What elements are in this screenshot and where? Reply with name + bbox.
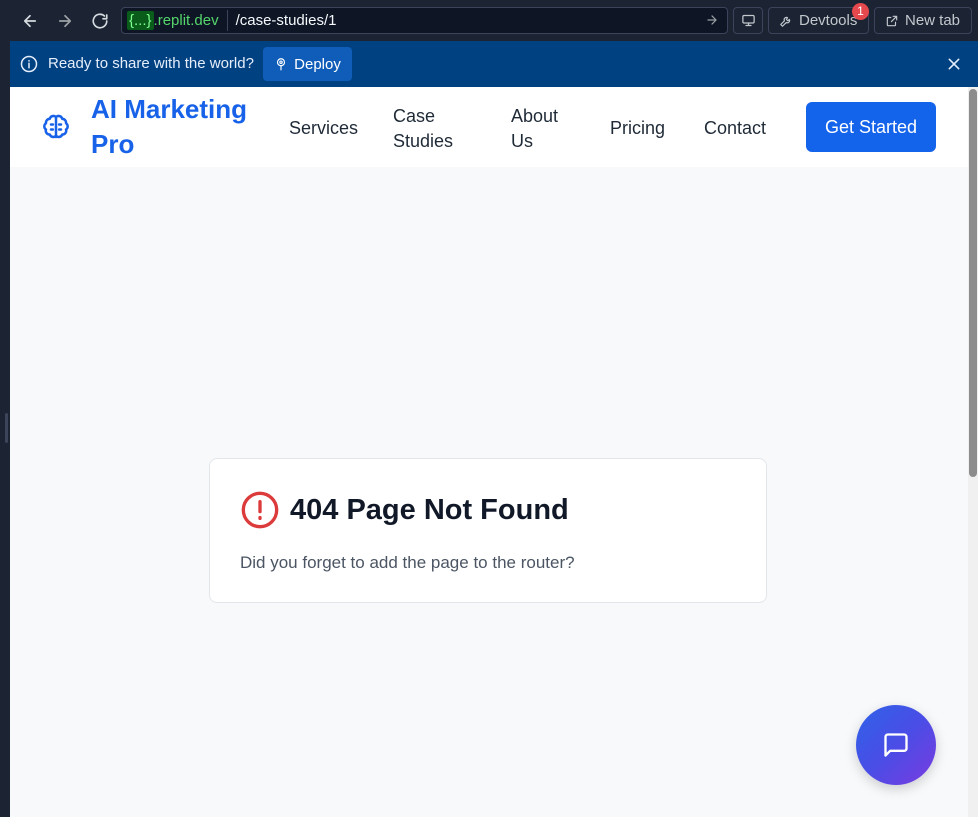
message-square-icon (884, 733, 908, 757)
chat-button[interactable] (856, 705, 936, 785)
devtools-label: Devtools (799, 12, 858, 29)
get-started-button[interactable]: Get Started (806, 102, 936, 152)
new-tab-button[interactable]: New tab (874, 7, 972, 34)
deploy-button[interactable]: Deploy (263, 47, 352, 81)
nav-case-studies-line2: Studies (393, 131, 454, 151)
nav-pricing[interactable]: Pricing (610, 116, 665, 141)
nav-about-line1: About (511, 106, 559, 126)
site-header: AI Marketing Pro Services Case Studies A… (10, 87, 968, 167)
monitor-icon (741, 14, 755, 27)
url-bar[interactable]: {...} .replit.dev /case-studies/1 (121, 7, 728, 34)
forward-button[interactable] (52, 8, 78, 34)
logo-line-1: AI Marketing (91, 94, 248, 124)
logo-line-2: Pro (91, 129, 135, 159)
url-path-input[interactable]: /case-studies/1 (236, 12, 337, 29)
nav-case-studies-line1: Case (393, 106, 436, 126)
resize-handle[interactable] (5, 413, 8, 443)
scrollbar-thumb[interactable] (969, 89, 977, 477)
url-host: {...} .replit.dev (127, 10, 228, 31)
deploy-icon (277, 58, 286, 71)
nav-pricing-label: Pricing (610, 118, 666, 138)
not-found-title: 404 Page Not Found (290, 494, 569, 526)
nav-about-us[interactable]: About Us (511, 104, 558, 154)
left-panel-edge (0, 41, 10, 817)
arrow-left-icon (23, 14, 37, 28)
browser-toolbar: {...} .replit.dev /case-studies/1 Devtool… (0, 0, 978, 41)
url-host-domain: .replit.dev (153, 12, 219, 29)
arrow-right-icon (58, 14, 72, 28)
nav-services[interactable]: Services (289, 116, 358, 141)
site-logo[interactable]: AI Marketing Pro (91, 92, 266, 162)
alert-circle-icon (241, 491, 279, 529)
wrench-icon (780, 16, 791, 27)
external-link-icon (886, 15, 898, 26)
not-found-message: Did you forget to add the page to the ro… (240, 553, 575, 572)
deploy-banner: Ready to share with the world? Deploy (10, 41, 978, 87)
reload-button[interactable] (87, 8, 113, 34)
back-button[interactable] (17, 8, 43, 34)
nav-contact[interactable]: Contact (704, 116, 766, 141)
nav-contact-label: Contact (704, 118, 767, 138)
not-found-card: 404 Page Not Found Did you forget to add… (209, 458, 767, 603)
new-tab-label: New tab (905, 12, 961, 29)
info-icon (20, 55, 38, 73)
reload-icon (92, 13, 108, 29)
close-icon[interactable] (946, 56, 962, 72)
deploy-label: Deploy (294, 55, 341, 73)
banner-message: Ready to share with the world? (48, 55, 254, 72)
brain-icon[interactable] (41, 112, 71, 142)
page-scrollbar[interactable] (968, 87, 978, 817)
nav-services-label: Services (289, 118, 359, 138)
nav-case-studies[interactable]: Case Studies (393, 104, 453, 154)
nav-about-line2: Us (511, 131, 533, 151)
url-host-braces: {...} (127, 11, 154, 30)
go-arrow-icon[interactable] (705, 13, 719, 27)
devtools-badge: 1 (852, 3, 869, 20)
page-viewport: AI Marketing Pro Services Case Studies A… (10, 87, 978, 817)
screen-button[interactable] (733, 7, 763, 34)
